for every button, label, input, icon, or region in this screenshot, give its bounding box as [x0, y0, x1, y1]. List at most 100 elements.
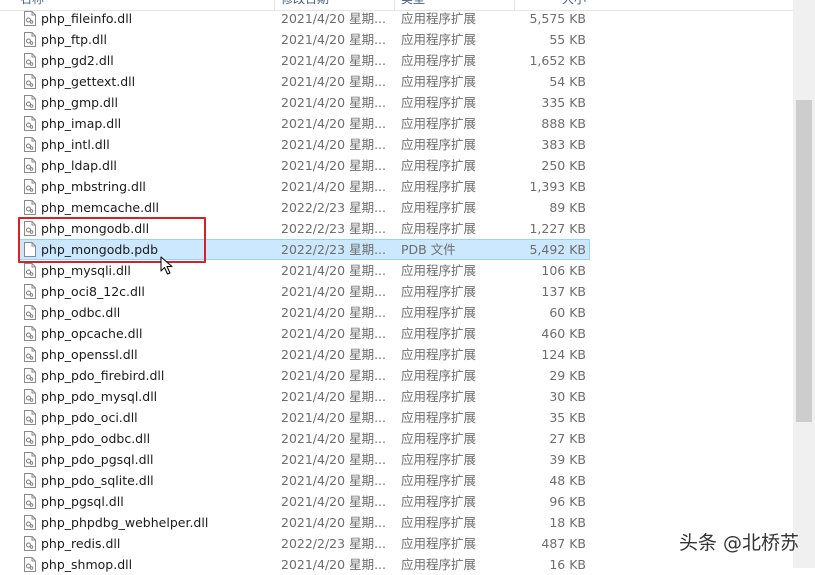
file-row[interactable]: php_shmop.dll 2021/4/20 星期... 应用程序扩展 16 KB — [0, 554, 793, 575]
file-name: php_pdo_oci.dll — [41, 410, 138, 425]
file-row[interactable]: php_fileinfo.dll 2021/4/20 星期... 应用程序扩展 5,5… — [0, 8, 793, 29]
file-date: 2021/4/20 星期... — [281, 284, 386, 299]
file-row[interactable]: php_pdo_odbc.dll 2021/4/20 星期... 应用程序扩展 27 … — [0, 428, 793, 449]
file-name: php_pdo_firebird.dll — [41, 368, 165, 383]
file-name: php_mysqli.dll — [41, 263, 131, 278]
file-date: 2022/2/23 星期... — [281, 242, 386, 257]
file-size: 54 KB — [549, 74, 586, 89]
file-size: 5,575 KB — [529, 11, 586, 26]
dll-file-icon — [24, 74, 36, 89]
file-name: php_pdo_pgsql.dll — [41, 452, 154, 467]
file-name: php_intl.dll — [41, 137, 110, 152]
file-row[interactable]: php_mysqli.dll 2021/4/20 星期... 应用程序扩展 106 K… — [0, 260, 793, 281]
file-date: 2021/4/20 星期... — [281, 326, 386, 341]
dll-file-icon — [24, 452, 36, 467]
file-name: php_redis.dll — [41, 536, 121, 551]
file-date: 2021/4/20 星期... — [281, 431, 386, 446]
file-row[interactable]: php_gettext.dll 2021/4/20 星期... 应用程序扩展 54 K… — [0, 71, 793, 92]
file-type: 应用程序扩展 — [401, 32, 477, 47]
file-type: 应用程序扩展 — [401, 116, 477, 131]
file-name: php_ldap.dll — [41, 158, 117, 173]
file-type: 应用程序扩展 — [401, 179, 477, 194]
file-size: 89 KB — [549, 200, 586, 215]
file-type: 应用程序扩展 — [401, 11, 477, 26]
file-type: 应用程序扩展 — [401, 431, 477, 446]
file-list: php_fileinfo.dll 2021/4/20 星期... 应用程序扩展 5,5… — [0, 8, 793, 575]
file-type: 应用程序扩展 — [401, 452, 477, 467]
dll-file-icon — [24, 557, 36, 572]
dll-file-icon — [24, 347, 36, 362]
dll-file-icon — [24, 179, 36, 194]
dll-file-icon — [24, 200, 36, 215]
file-name: php_pgsql.dll — [41, 494, 124, 509]
file-row[interactable]: php_ldap.dll 2021/4/20 星期... 应用程序扩展 250 KB — [0, 155, 793, 176]
file-row[interactable]: php_gmp.dll 2021/4/20 星期... 应用程序扩展 335 KB — [0, 92, 793, 113]
file-size: 1,393 KB — [529, 179, 586, 194]
dll-file-icon — [24, 95, 36, 110]
file-size: 29 KB — [549, 368, 586, 383]
file-row[interactable]: php_openssl.dll 2021/4/20 星期... 应用程序扩展 124 … — [0, 344, 793, 365]
dll-file-icon — [24, 137, 36, 152]
file-date: 2021/4/20 星期... — [281, 116, 386, 131]
file-row[interactable]: php_pdo_pgsql.dll 2021/4/20 星期... 应用程序扩展 39… — [0, 449, 793, 470]
file-date: 2021/4/20 星期... — [281, 368, 386, 383]
file-row[interactable]: php_pgsql.dll 2021/4/20 星期... 应用程序扩展 96 KB — [0, 491, 793, 512]
file-date: 2021/4/20 星期... — [281, 263, 386, 278]
dll-file-icon — [24, 305, 36, 320]
dll-file-icon — [24, 11, 36, 26]
file-row[interactable]: php_opcache.dll 2021/4/20 星期... 应用程序扩展 460 … — [0, 323, 793, 344]
file-row[interactable]: php_mbstring.dll 2021/4/20 星期... 应用程序扩展 1,3… — [0, 176, 793, 197]
file-type: 应用程序扩展 — [401, 515, 477, 530]
file-size: 124 KB — [541, 347, 586, 362]
file-name: php_imap.dll — [41, 116, 122, 131]
file-row[interactable]: php_memcache.dll 2022/2/23 星期... 应用程序扩展 89 … — [0, 197, 793, 218]
file-name: php_gettext.dll — [41, 74, 136, 89]
file-row[interactable]: php_ftp.dll 2021/4/20 星期... 应用程序扩展 55 KB — [0, 29, 793, 50]
dll-file-icon — [24, 410, 36, 425]
file-date: 2021/4/20 星期... — [281, 305, 386, 320]
file-row[interactable]: php_phpdbg_webhelper.dll 2021/4/20 星期... 应… — [0, 512, 793, 533]
file-type: 应用程序扩展 — [401, 53, 477, 68]
file-name: php_ftp.dll — [41, 32, 107, 47]
file-size: 106 KB — [541, 263, 586, 278]
file-size: 16 KB — [549, 557, 586, 572]
file-row[interactable]: php_imap.dll 2021/4/20 星期... 应用程序扩展 888 KB — [0, 113, 793, 134]
file-date: 2021/4/20 星期... — [281, 494, 386, 509]
file-row[interactable]: php_intl.dll 2021/4/20 星期... 应用程序扩展 383 KB — [0, 134, 793, 155]
file-name: php_odbc.dll — [41, 305, 121, 320]
file-row[interactable]: php_pdo_sqlite.dll 2021/4/20 星期... 应用程序扩展 4… — [0, 470, 793, 491]
file-size: 137 KB — [541, 284, 586, 299]
file-type: 应用程序扩展 — [401, 74, 477, 89]
file-row[interactable]: php_odbc.dll 2021/4/20 星期... 应用程序扩展 60 KB — [0, 302, 793, 323]
file-size: 1,652 KB — [529, 53, 586, 68]
vertical-scrollbar[interactable] — [793, 0, 815, 568]
file-size: 487 KB — [541, 536, 586, 551]
file-date: 2021/4/20 星期... — [281, 452, 386, 467]
file-type: 应用程序扩展 — [401, 158, 477, 173]
file-name: php_gmp.dll — [41, 95, 118, 110]
file-row[interactable]: php_redis.dll 2022/2/23 星期... 应用程序扩展 487 KB — [0, 533, 793, 554]
file-type: PDB 文件 — [401, 242, 456, 257]
dll-file-icon — [24, 158, 36, 173]
file-row[interactable]: php_gd2.dll 2021/4/20 星期... 应用程序扩展 1,652 KB — [0, 50, 793, 71]
dll-file-icon — [24, 284, 36, 299]
dll-file-icon — [24, 32, 36, 47]
dll-file-icon — [24, 473, 36, 488]
file-type: 应用程序扩展 — [401, 305, 477, 320]
dll-file-icon — [24, 53, 36, 68]
file-row[interactable]: php_pdo_oci.dll 2021/4/20 星期... 应用程序扩展 35 K… — [0, 407, 793, 428]
file-date: 2021/4/20 星期... — [281, 557, 386, 572]
file-row[interactable]: php_oci8_12c.dll 2021/4/20 星期... 应用程序扩展 137… — [0, 281, 793, 302]
file-date: 2021/4/20 星期... — [281, 410, 386, 425]
file-type: 应用程序扩展 — [401, 221, 477, 236]
file-type: 应用程序扩展 — [401, 473, 477, 488]
file-date: 2021/4/20 星期... — [281, 32, 386, 47]
file-row[interactable]: php_pdo_firebird.dll 2021/4/20 星期... 应用程序扩… — [0, 365, 793, 386]
file-row[interactable]: php_pdo_mysql.dll 2021/4/20 星期... 应用程序扩展 30… — [0, 386, 793, 407]
dll-file-icon — [24, 326, 36, 341]
file-size: 39 KB — [549, 452, 586, 467]
file-size: 335 KB — [541, 95, 586, 110]
file-date: 2021/4/20 星期... — [281, 179, 386, 194]
scrollbar-thumb[interactable] — [796, 100, 812, 422]
file-size: 383 KB — [541, 137, 586, 152]
